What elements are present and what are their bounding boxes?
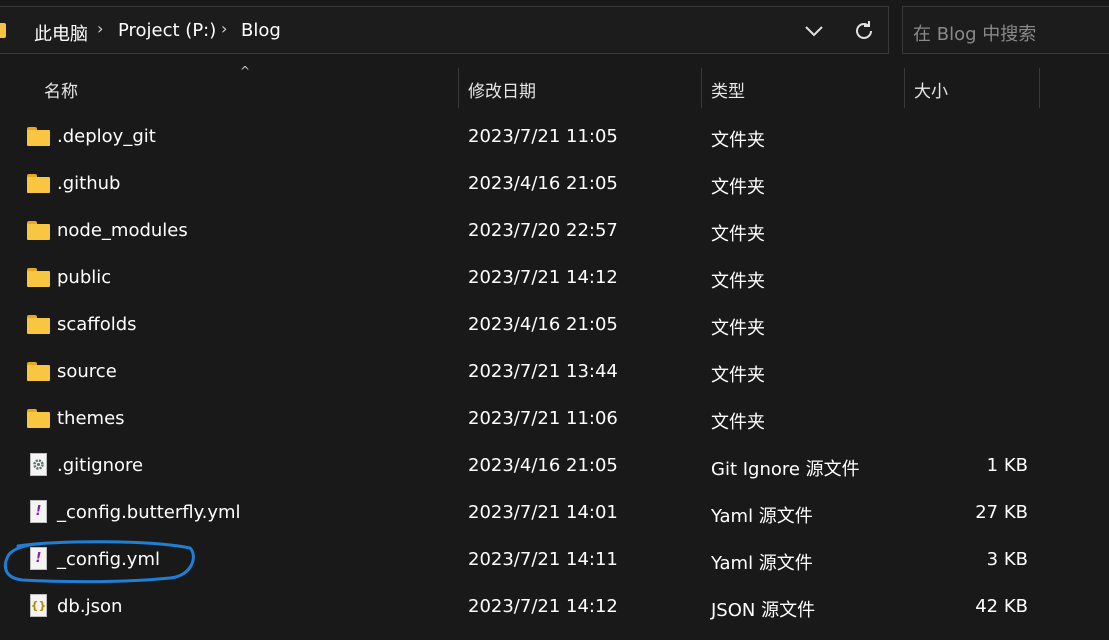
column-divider[interactable] xyxy=(701,68,702,108)
file-modified: 2023/7/21 13:44 xyxy=(468,361,618,382)
file-type: 文件夹 xyxy=(711,271,765,292)
column-header-type[interactable]: 类型 xyxy=(711,77,745,102)
file-row[interactable]: public 2023/7/21 14:12 文件夹 xyxy=(0,255,1109,302)
file-modified: 2023/7/21 14:01 xyxy=(468,502,618,523)
file-size: 27 KB xyxy=(975,502,1028,523)
file-row[interactable]: {} db.json 2023/7/21 14:12 JSON 源文件 42 K… xyxy=(0,584,1109,631)
breadcrumb-blog[interactable]: Blog xyxy=(241,20,281,41)
folder-icon xyxy=(27,173,51,195)
breadcrumb-this-pc[interactable]: 此电脑 xyxy=(34,20,88,46)
file-name: public xyxy=(57,267,112,288)
file-name: .github xyxy=(57,173,121,194)
file-modified: 2023/7/21 11:05 xyxy=(468,126,618,147)
json-file-icon: {} xyxy=(30,594,47,617)
file-type: 文件夹 xyxy=(711,177,765,198)
chevron-down-icon xyxy=(805,26,823,37)
file-row[interactable]: source 2023/7/21 13:44 文件夹 xyxy=(0,349,1109,396)
file-row[interactable]: .deploy_git 2023/7/21 11:05 文件夹 xyxy=(0,114,1109,161)
file-row[interactable]: .github 2023/4/16 21:05 文件夹 xyxy=(0,161,1109,208)
breadcrumb-project-drive[interactable]: Project (P:) xyxy=(118,20,216,41)
history-dropdown-button[interactable] xyxy=(798,15,830,47)
file-modified: 2023/7/21 14:11 xyxy=(468,549,618,570)
search-placeholder[interactable]: 在 Blog 中搜索 xyxy=(913,20,1036,46)
file-modified: 2023/7/21 14:12 xyxy=(468,596,618,617)
file-modified: 2023/4/16 21:05 xyxy=(468,173,618,194)
file-name: scaffolds xyxy=(57,314,137,335)
file-name: node_modules xyxy=(57,220,188,241)
chevron-right-icon[interactable]: › xyxy=(221,19,227,38)
file-name: themes xyxy=(57,408,125,429)
address-bar[interactable]: 此电脑 › Project (P:) › Blog xyxy=(0,6,889,54)
file-modified: 2023/4/16 21:05 xyxy=(468,455,618,476)
column-divider[interactable] xyxy=(904,68,905,108)
folder-icon xyxy=(27,126,51,148)
refresh-icon xyxy=(856,21,872,39)
file-name: _config.butterfly.yml xyxy=(57,502,241,523)
file-row[interactable]: node_modules 2023/7/20 22:57 文件夹 xyxy=(0,208,1109,255)
navigation-bar: 此电脑 › Project (P:) › Blog 在 Blog 中搜索 xyxy=(0,0,1109,62)
file-type: Yaml 源文件 xyxy=(711,506,813,527)
file-type: 文件夹 xyxy=(711,130,765,151)
column-divider[interactable] xyxy=(1039,68,1040,108)
gitignore-file-icon xyxy=(30,453,47,476)
file-size: 42 KB xyxy=(975,596,1028,617)
folder-icon xyxy=(27,314,51,336)
refresh-button[interactable] xyxy=(848,15,880,47)
file-row[interactable]: ! _config.butterfly.yml 2023/7/21 14:01 … xyxy=(0,490,1109,537)
file-name: source xyxy=(57,361,117,382)
yaml-file-icon: ! xyxy=(30,500,47,523)
file-size: 1 KB xyxy=(986,455,1028,476)
folder-icon xyxy=(27,220,51,242)
column-divider[interactable] xyxy=(458,68,459,108)
file-row[interactable]: themes 2023/7/21 11:06 文件夹 xyxy=(0,396,1109,443)
chevron-right-icon[interactable]: › xyxy=(97,19,103,38)
file-row[interactable]: scaffolds 2023/4/16 21:05 文件夹 xyxy=(0,302,1109,349)
search-box[interactable]: 在 Blog 中搜索 xyxy=(902,6,1109,54)
file-modified: 2023/7/21 11:06 xyxy=(468,408,618,429)
file-row[interactable]: ! _config.yml 2023/7/21 14:11 Yaml 源文件 3… xyxy=(0,537,1109,584)
file-type: JSON 源文件 xyxy=(711,600,816,621)
folder-icon xyxy=(27,267,51,289)
column-header-name[interactable]: 名称 xyxy=(44,77,78,102)
column-header-size[interactable]: 大小 xyxy=(914,77,948,102)
folder-icon xyxy=(27,408,51,430)
sort-ascending-icon: ^ xyxy=(240,64,251,78)
file-modified: 2023/4/16 21:05 xyxy=(468,314,618,335)
file-type: 文件夹 xyxy=(711,224,765,245)
file-modified: 2023/7/20 22:57 xyxy=(468,220,618,241)
folder-icon xyxy=(27,361,51,383)
yaml-file-icon: ! xyxy=(30,547,47,570)
file-name: .gitignore xyxy=(57,455,144,476)
folder-icon xyxy=(0,23,6,38)
file-name: _config.yml xyxy=(57,549,160,570)
column-header-modified[interactable]: 修改日期 xyxy=(468,77,536,102)
file-size: 3 KB xyxy=(986,549,1028,570)
file-type: Yaml 源文件 xyxy=(711,553,813,574)
file-modified: 2023/7/21 14:12 xyxy=(468,267,618,288)
file-row[interactable]: .gitignore 2023/4/16 21:05 Git Ignore 源文… xyxy=(0,443,1109,490)
file-type: 文件夹 xyxy=(711,365,765,386)
column-header-row: ^ 名称 修改日期 类型 大小 xyxy=(0,64,1109,110)
file-type: 文件夹 xyxy=(711,318,765,339)
file-name: .deploy_git xyxy=(57,126,156,147)
file-type: 文件夹 xyxy=(711,412,765,433)
file-type: Git Ignore 源文件 xyxy=(711,459,860,480)
file-name: db.json xyxy=(57,596,123,617)
